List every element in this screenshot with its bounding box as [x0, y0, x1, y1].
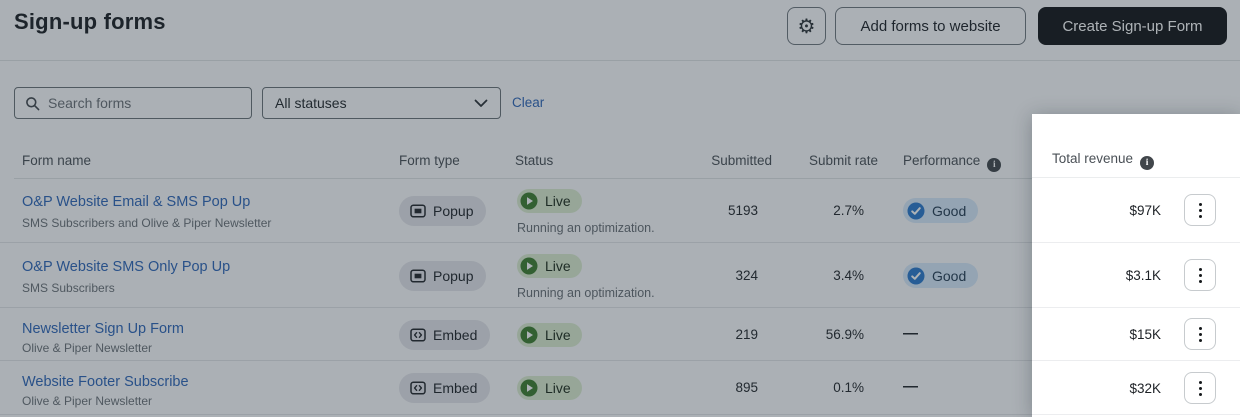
total-revenue-value: $3.1K: [1126, 268, 1161, 283]
submitted-value: 5193: [728, 203, 758, 218]
popup-icon: [410, 269, 426, 283]
kebab-icon: [1199, 381, 1202, 384]
column-header-form-type: Form type: [399, 153, 460, 168]
performance-empty-dash: —: [903, 378, 918, 395]
status-badge-live: Live: [517, 323, 582, 347]
submitted-value: 219: [735, 327, 758, 342]
play-icon: [520, 326, 538, 344]
settings-button[interactable]: ⚙: [787, 7, 826, 45]
play-icon: [520, 192, 538, 210]
form-type-badge: Embed: [399, 373, 490, 403]
form-type-badge: Embed: [399, 320, 490, 350]
submitted-value: 324: [735, 268, 758, 283]
column-header-submit-rate: Submit rate: [809, 153, 878, 168]
status-badge-live: Live: [517, 376, 582, 400]
status-badge-live: Live: [517, 189, 582, 213]
status-filter-value: All statuses: [275, 95, 347, 111]
clear-filters-link[interactable]: Clear: [512, 95, 544, 110]
performance-empty-dash: —: [903, 325, 918, 342]
info-icon[interactable]: i: [1140, 156, 1154, 170]
column-header-form-name: Form name: [22, 153, 91, 168]
form-lists-label: Olive & Piper Newsletter: [22, 341, 152, 355]
form-lists-label: SMS Subscribers: [22, 281, 115, 295]
form-name-link[interactable]: O&P Website Email & SMS Pop Up: [22, 194, 250, 210]
search-icon: [25, 96, 40, 111]
status-filter-select[interactable]: All statuses: [262, 87, 501, 119]
check-icon: [907, 202, 925, 220]
submit-rate-value: 3.4%: [833, 268, 864, 283]
check-icon: [907, 267, 925, 285]
form-lists-label: Olive & Piper Newsletter: [22, 394, 152, 408]
gear-icon: ⚙: [798, 14, 816, 39]
search-input[interactable]: [48, 95, 243, 111]
total-revenue-value: $97K: [1129, 203, 1161, 218]
column-header-status: Status: [515, 153, 553, 168]
status-badge-live: Live: [517, 254, 582, 278]
embed-icon: [410, 328, 426, 342]
form-type-badge: Popup: [399, 261, 486, 291]
status-note: Running an optimization.: [517, 286, 655, 300]
play-icon: [520, 379, 538, 397]
performance-badge-good: Good: [903, 198, 978, 223]
revenue-row: $97K: [1032, 178, 1240, 243]
play-icon: [520, 257, 538, 275]
row-actions-button[interactable]: [1184, 372, 1216, 404]
column-header-performance: Performancei: [903, 153, 1001, 172]
performance-badge-good: Good: [903, 263, 978, 288]
status-note: Running an optimization.: [517, 221, 655, 235]
create-signup-form-button[interactable]: Create Sign-up Form: [1038, 7, 1227, 45]
signup-forms-page: Sign-up forms ⚙ Add forms to website Cre…: [0, 0, 1240, 417]
kebab-icon: [1199, 327, 1202, 330]
column-header-total-revenue: Total revenuei: [1032, 114, 1240, 178]
submitted-value: 895: [735, 380, 758, 395]
form-lists-label: SMS Subscribers and Olive & Piper Newsle…: [22, 216, 271, 230]
form-name-link[interactable]: O&P Website SMS Only Pop Up: [22, 259, 230, 275]
search-forms-box[interactable]: [14, 87, 252, 119]
row-actions-button[interactable]: [1184, 194, 1216, 226]
add-forms-to-website-button[interactable]: Add forms to website: [835, 7, 1026, 45]
total-revenue-spotlight-panel: Total revenuei $97K $3.1K $15K $32K: [1032, 114, 1240, 417]
popup-icon: [410, 204, 426, 218]
kebab-icon: [1199, 203, 1202, 206]
revenue-row: $15K: [1032, 308, 1240, 361]
column-header-submitted: Submitted: [711, 153, 772, 168]
info-icon[interactable]: i: [987, 158, 1001, 172]
kebab-icon: [1199, 268, 1202, 271]
row-actions-button[interactable]: [1184, 318, 1216, 350]
submit-rate-value: 56.9%: [826, 327, 864, 342]
header-divider: [0, 60, 1240, 61]
embed-icon: [410, 381, 426, 395]
form-type-badge: Popup: [399, 196, 486, 226]
total-revenue-value: $15K: [1129, 327, 1161, 342]
form-name-link[interactable]: Newsletter Sign Up Form: [22, 321, 184, 337]
chevron-down-icon: [474, 99, 488, 108]
row-actions-button[interactable]: [1184, 259, 1216, 291]
revenue-row: $32K: [1032, 361, 1240, 415]
submit-rate-value: 2.7%: [833, 203, 864, 218]
revenue-row: $3.1K: [1032, 243, 1240, 308]
total-revenue-value: $32K: [1129, 381, 1161, 396]
submit-rate-value: 0.1%: [833, 380, 864, 395]
form-name-link[interactable]: Website Footer Subscribe: [22, 374, 189, 390]
page-title: Sign-up forms: [14, 9, 166, 35]
